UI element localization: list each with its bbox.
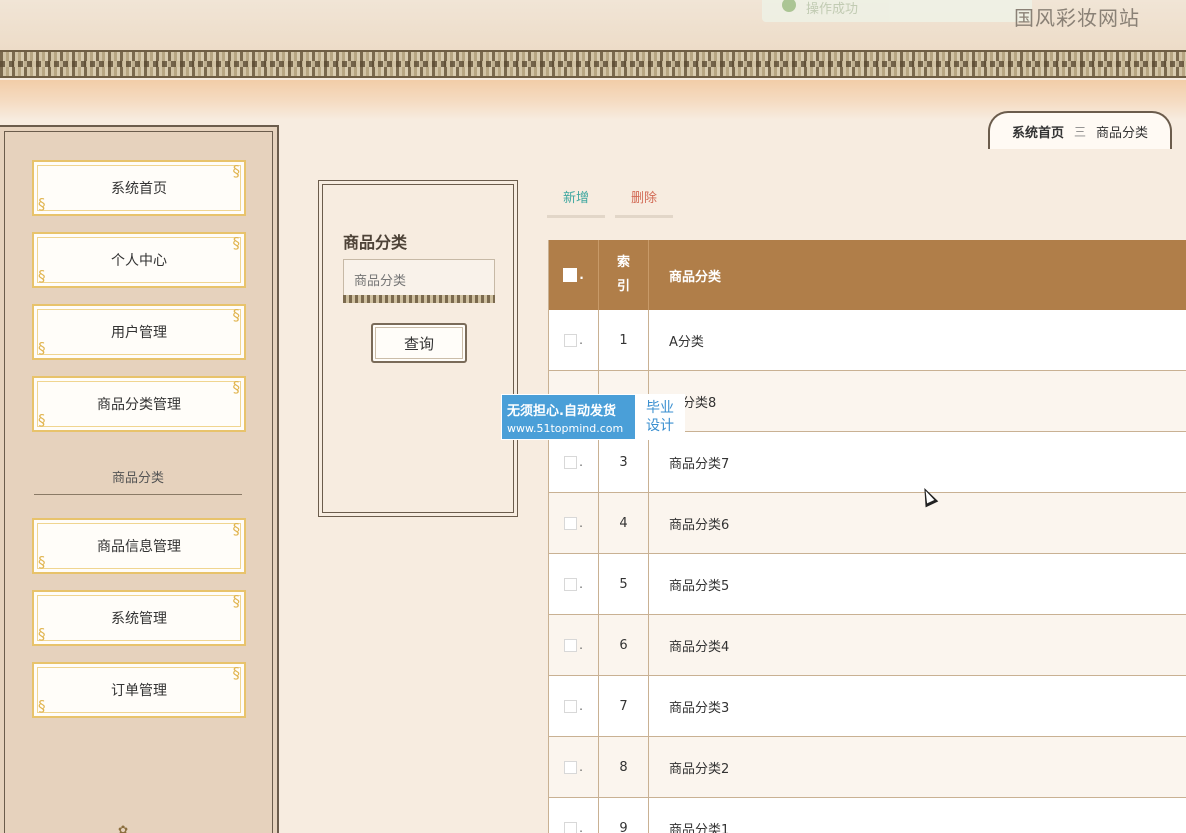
search-label: 商品分类	[343, 233, 408, 252]
table-row: . 1 A分类	[549, 310, 1186, 371]
swirl-ornament-icon: §	[38, 411, 46, 429]
swirl-ornament-icon: §	[232, 664, 241, 682]
row-checkbox[interactable]	[564, 760, 578, 774]
table-row: . 8 商品分类2	[549, 737, 1186, 798]
sidebar-item-label: 用户管理	[111, 325, 167, 341]
table-row: . 9 商品分类1	[549, 798, 1186, 833]
decorative-border-band	[0, 50, 1186, 78]
swirl-ornament-icon: §	[232, 520, 241, 538]
table-body: . 1 A分类 . 品分类8 . 3 商品分类7 . 4 商品分类6 . 5 商…	[549, 310, 1186, 833]
ornament-icon: ✿	[118, 823, 129, 833]
row-index: 8	[599, 737, 649, 797]
row-index: 4	[599, 493, 649, 553]
watermark-line1: 无须担心.自动发货	[507, 403, 616, 419]
sidebar-item-personal-center[interactable]: § 个人中心 §	[32, 232, 246, 288]
swirl-ornament-icon: §	[38, 625, 46, 643]
row-category-name: 商品分类6	[669, 517, 730, 533]
row-index: 9	[599, 798, 649, 833]
swirl-ornament-icon: §	[232, 162, 241, 180]
row-category-name: 商品分类1	[669, 822, 730, 833]
sidebar-item-order-management[interactable]: § 订单管理 §	[32, 662, 246, 718]
swirl-ornament-icon: §	[38, 339, 46, 357]
sidebar-item-label: 订单管理	[111, 683, 167, 699]
watermark-right-line2: 设计	[646, 418, 674, 434]
row-index: 7	[599, 676, 649, 736]
sidebar-item-category-management[interactable]: § 商品分类管理 §	[32, 376, 246, 432]
row-checkbox[interactable]	[564, 455, 578, 469]
row-category-name: A分类	[669, 334, 704, 350]
swirl-ornament-icon: §	[38, 697, 46, 715]
watermark-right-line1: 毕业	[646, 400, 674, 416]
watermark-url: www.51topmind.com	[507, 421, 624, 435]
row-category-name: 商品分类3	[669, 700, 730, 716]
index-header: 索 引	[599, 240, 649, 310]
row-index: 3	[599, 432, 649, 492]
row-index: 5	[599, 554, 649, 614]
sidebar-item-product-management[interactable]: § 商品信息管理 §	[32, 518, 246, 574]
search-panel: 商品分类 查询	[318, 180, 518, 517]
row-category-name: 商品分类7	[669, 456, 730, 472]
submenu-item-category[interactable]: 商品分类	[34, 467, 242, 486]
row-index: 6	[599, 615, 649, 675]
row-category-name: 商品分类4	[669, 639, 730, 655]
row-category-name: 商品分类2	[669, 761, 730, 777]
category-search-input[interactable]	[343, 259, 495, 303]
check-icon	[782, 0, 796, 12]
select-all-cell: .	[549, 240, 599, 310]
index-header-line1: 索	[616, 255, 630, 270]
add-button[interactable]: 新增	[547, 178, 605, 218]
row-category-name: 商品分类5	[669, 578, 730, 594]
select-all-checkbox[interactable]	[563, 268, 578, 282]
table-row: . 5 商品分类5	[549, 554, 1186, 615]
swirl-ornament-icon: §	[232, 234, 241, 252]
success-toast: 操作成功	[762, 0, 1032, 22]
row-category-name: 品分类8	[669, 395, 717, 411]
table-row: . 4 商品分类6	[549, 493, 1186, 554]
breadcrumb-separator: 三	[1073, 124, 1086, 139]
row-checkbox[interactable]	[564, 699, 578, 713]
top-header: 操作成功 国风彩妆网站	[0, 0, 1186, 50]
row-checkbox[interactable]	[564, 516, 578, 530]
row-index: 1	[599, 310, 649, 370]
toast-text: 操作成功	[806, 2, 859, 17]
breadcrumb: 系统首页 三 商品分类	[988, 111, 1172, 149]
table-row: . 6 商品分类4	[549, 615, 1186, 676]
delete-button[interactable]: 删除	[615, 178, 673, 218]
row-checkbox[interactable]	[564, 638, 578, 652]
table-row: . 3 商品分类7	[549, 432, 1186, 493]
sidebar-item-label: 个人中心	[111, 253, 167, 269]
sidebar-item-user-management[interactable]: § 用户管理 §	[32, 304, 246, 360]
submenu-divider	[34, 494, 242, 495]
table-row: . 7 商品分类3	[549, 676, 1186, 737]
query-button[interactable]: 查询	[371, 323, 467, 363]
sidebar-item-home[interactable]: § 系统首页 §	[32, 160, 246, 216]
sidebar-item-label: 系统管理	[111, 611, 167, 627]
row-checkbox[interactable]	[564, 333, 578, 347]
breadcrumb-current: 商品分类	[1096, 125, 1149, 141]
table-header: . 索 引 商品分类	[549, 240, 1186, 310]
swirl-ornament-icon: §	[232, 592, 241, 610]
index-header-line2: 引	[616, 279, 630, 294]
swirl-ornament-icon: §	[232, 306, 241, 324]
sidebar-item-label: 系统首页	[111, 181, 167, 197]
sidebar-item-label: 商品分类管理	[97, 397, 181, 413]
breadcrumb-home[interactable]: 系统首页	[1012, 122, 1064, 141]
sidebar: § 系统首页 § § 个人中心 § § 用户管理 § § 商品分类管理 § 商品…	[0, 125, 279, 833]
row-checkbox[interactable]	[564, 577, 578, 591]
swirl-ornament-icon: §	[38, 195, 46, 213]
site-title: 国风彩妆网站	[1014, 6, 1140, 30]
row-checkbox[interactable]	[564, 821, 578, 833]
swirl-ornament-icon: §	[232, 378, 241, 396]
swirl-ornament-icon: §	[38, 267, 46, 285]
category-header: 商品分类	[669, 269, 722, 285]
swirl-ornament-icon: §	[38, 553, 46, 571]
sidebar-item-label: 商品信息管理	[97, 539, 181, 555]
sidebar-item-system-management[interactable]: § 系统管理 §	[32, 590, 246, 646]
watermark-badge: 无须担心.自动发货 www.51topmind.com 毕业 设计	[501, 394, 685, 440]
category-table: . 索 引 商品分类 . 1 A分类 . 品分类8 . 3 商品分类7 . 4 …	[548, 240, 1186, 833]
